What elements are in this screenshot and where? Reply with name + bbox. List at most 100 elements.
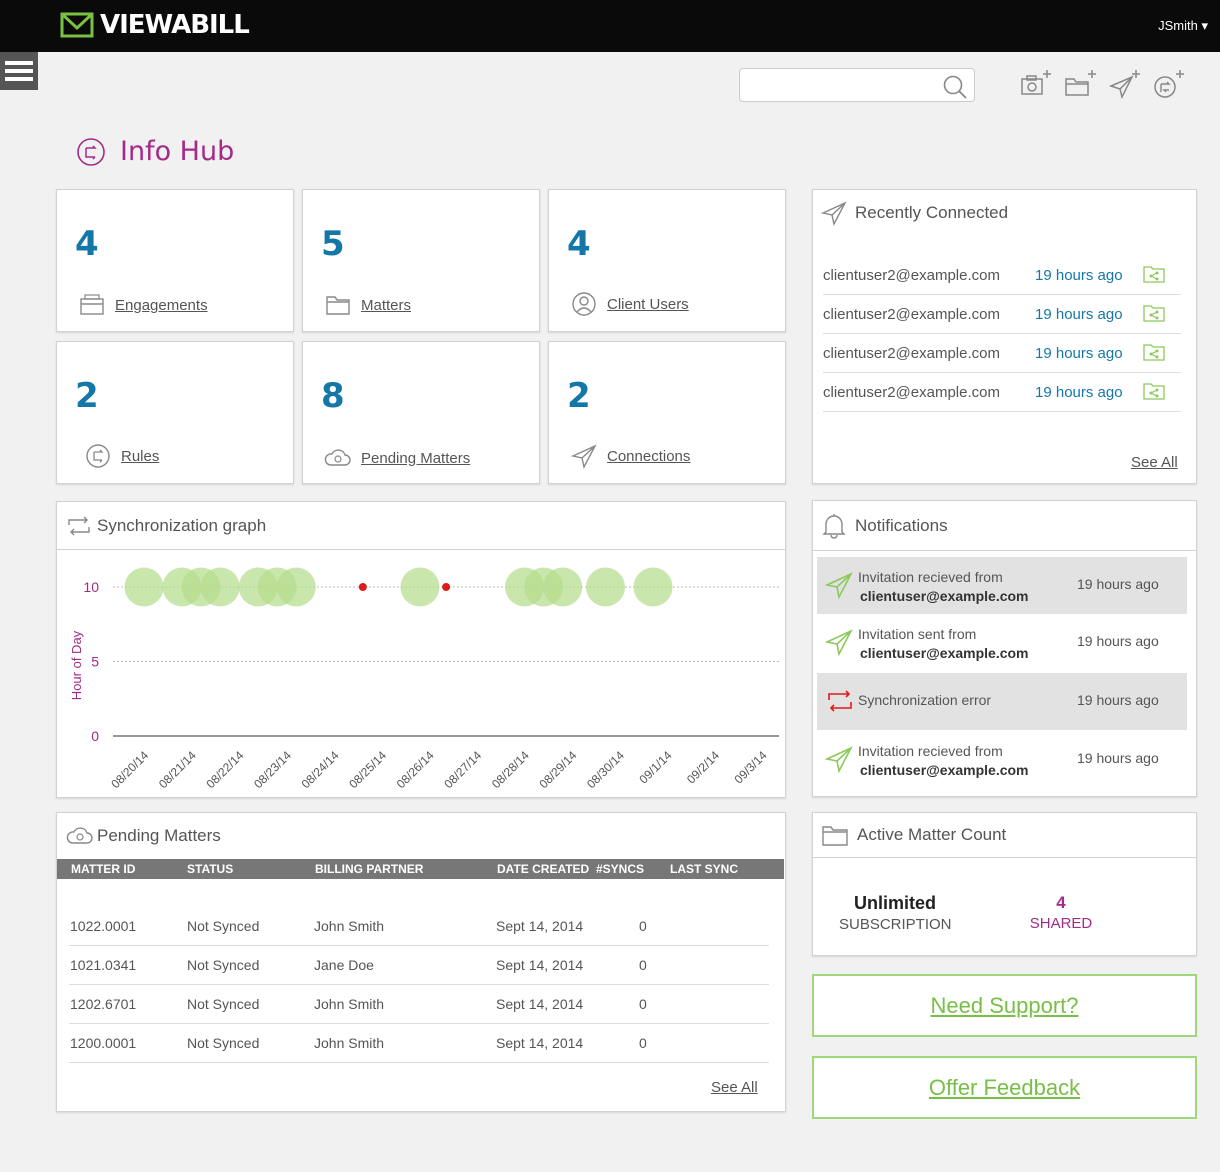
add-camera-icon[interactable] bbox=[1019, 68, 1053, 100]
x-tick-label: 08/27/14 bbox=[441, 748, 484, 791]
shared-value: 4 bbox=[1056, 893, 1066, 912]
stat-card-client-users[interactable]: 4 Client Users bbox=[548, 189, 786, 332]
data-point bbox=[124, 567, 164, 607]
recent-connection-row[interactable]: clientuser2@example.com 19 hours ago bbox=[823, 295, 1181, 334]
stat-label[interactable]: Client Users bbox=[607, 296, 689, 313]
hamburger-menu-button[interactable] bbox=[0, 52, 38, 90]
x-tick-label: 08/24/14 bbox=[299, 748, 342, 791]
billing-partner: John Smith bbox=[314, 1035, 385, 1051]
table-row[interactable]: 1022.0001 Not Synced John Smith Sept 14,… bbox=[69, 907, 769, 946]
data-point bbox=[585, 567, 625, 607]
shared-folder-icon[interactable] bbox=[1143, 382, 1165, 400]
x-tick-label: 08/29/14 bbox=[536, 748, 579, 791]
column-header[interactable]: DATE CREATED bbox=[497, 862, 589, 876]
panel-title: Pending Matters bbox=[97, 826, 221, 845]
paper-plane-icon bbox=[825, 572, 853, 599]
column-header[interactable]: STATUS bbox=[187, 862, 233, 876]
stat-label[interactable]: Engagements bbox=[115, 297, 208, 314]
x-tick-label: 08/20/14 bbox=[108, 748, 151, 791]
add-folder-icon[interactable] bbox=[1064, 68, 1098, 100]
recent-connection-row[interactable]: clientuser2@example.com 19 hours ago bbox=[823, 373, 1181, 412]
stat-card-rules[interactable]: 2 Rules bbox=[56, 341, 294, 484]
inbox-icon bbox=[80, 294, 104, 315]
search-input[interactable] bbox=[740, 69, 930, 101]
stat-label[interactable]: Rules bbox=[121, 448, 159, 465]
data-point bbox=[200, 567, 240, 607]
data-point bbox=[276, 567, 316, 607]
page-title: Info Hub bbox=[76, 136, 234, 167]
paper-plane-icon bbox=[825, 629, 853, 656]
sync-count: 0 bbox=[639, 918, 647, 934]
subscription-label: SUBSCRIPTION bbox=[839, 916, 952, 933]
date-created: Sept 14, 2014 bbox=[496, 918, 584, 934]
column-header[interactable]: BILLING PARTNER bbox=[315, 862, 423, 876]
pending-matters-header: Pending Matters bbox=[65, 825, 221, 847]
error-data-point bbox=[358, 583, 367, 591]
table-row[interactable]: 1021.0341 Not Synced Jane Doe Sept 14, 2… bbox=[69, 946, 769, 985]
table-row[interactable]: 1202.6701 Not Synced John Smith Sept 14,… bbox=[69, 985, 769, 1024]
date-created: Sept 14, 2014 bbox=[496, 996, 584, 1012]
notification-time: 19 hours ago bbox=[1077, 576, 1159, 592]
recent-connection-row[interactable]: clientuser2@example.com 19 hours ago bbox=[823, 256, 1181, 295]
notification-time: 19 hours ago bbox=[1077, 750, 1159, 766]
x-tick-label: 09/1/14 bbox=[636, 748, 674, 786]
sync-chart: 0510Hour of Day08/20/14 08/21/14 08/22/14 0… bbox=[69, 567, 779, 791]
x-tick-label: 08/26/14 bbox=[394, 748, 437, 791]
sync-icon bbox=[68, 516, 90, 535]
see-all-connections-link[interactable]: See All bbox=[1131, 454, 1178, 471]
stat-label[interactable]: Pending Matters bbox=[361, 450, 470, 467]
stat-card-pending-matters[interactable]: 8 Pending Matters bbox=[302, 341, 540, 484]
need-support-link[interactable]: Need Support? bbox=[931, 993, 1079, 1019]
search-icon[interactable] bbox=[942, 74, 968, 100]
x-tick-label: 08/25/14 bbox=[346, 748, 389, 791]
notification-item[interactable]: Invitation sent from clientuser@example.… bbox=[817, 614, 1187, 671]
add-connection-icon[interactable] bbox=[1108, 68, 1142, 100]
active-matter-count-header: Active Matter Count bbox=[813, 813, 1196, 858]
user-menu[interactable]: JSmith ▾ bbox=[1158, 18, 1208, 34]
connection-email: clientuser2@example.com bbox=[823, 267, 1000, 284]
connection-email: clientuser2@example.com bbox=[823, 384, 1000, 401]
stat-label[interactable]: Connections bbox=[607, 448, 690, 465]
error-data-point bbox=[442, 583, 451, 591]
search-box bbox=[739, 68, 975, 102]
column-header[interactable]: LAST SYNC bbox=[670, 862, 738, 876]
stat-label[interactable]: Matters bbox=[361, 297, 411, 314]
x-tick-label: 08/30/14 bbox=[584, 748, 627, 791]
shared-folder-icon[interactable] bbox=[1143, 343, 1165, 361]
matter-id: 1200.0001 bbox=[70, 1035, 137, 1051]
stat-card-matters[interactable]: 5 Matters bbox=[302, 189, 540, 332]
x-tick-label: 08/22/14 bbox=[203, 748, 246, 791]
stat-card-engagements[interactable]: 4 Engagements bbox=[56, 189, 294, 332]
column-header[interactable]: MATTER ID bbox=[71, 862, 135, 876]
offer-feedback-link[interactable]: Offer Feedback bbox=[929, 1075, 1080, 1101]
shared-folder-icon[interactable] bbox=[1143, 304, 1165, 322]
notification-email: clientuser@example.com bbox=[860, 762, 1029, 778]
logo[interactable]: VIEWABILL bbox=[60, 10, 250, 40]
panel-title: Recently Connected bbox=[855, 203, 1009, 222]
billing-partner: John Smith bbox=[314, 996, 385, 1012]
notification-item[interactable]: Invitation recieved from clientuser@exam… bbox=[817, 557, 1187, 614]
offer-feedback-button[interactable]: Offer Feedback bbox=[812, 1056, 1197, 1119]
billing-partner: Jane Doe bbox=[314, 957, 374, 973]
need-support-button[interactable]: Need Support? bbox=[812, 974, 1197, 1037]
notification-item[interactable]: Invitation recieved from clientuser@exam… bbox=[817, 731, 1187, 788]
y-axis-label: Hour of Day bbox=[69, 630, 84, 700]
stat-value: 4 bbox=[75, 224, 99, 264]
column-header[interactable]: #SYNCS bbox=[596, 862, 644, 876]
notification-item[interactable]: Synchronization error 19 hours ago bbox=[817, 673, 1187, 730]
see-all-pending-matters-link[interactable]: See All bbox=[711, 1079, 758, 1096]
shared-folder-icon[interactable] bbox=[1143, 265, 1165, 283]
hamburger-line bbox=[5, 69, 33, 73]
x-tick-label: 08/23/14 bbox=[251, 748, 294, 791]
y-tick-label: 5 bbox=[91, 654, 99, 670]
table-row[interactable]: 1200.0001 Not Synced John Smith Sept 14,… bbox=[69, 1024, 769, 1063]
cloud-sync-icon bbox=[324, 449, 351, 466]
matter-id: 1021.0341 bbox=[70, 957, 137, 973]
matter-status: Not Synced bbox=[187, 996, 260, 1012]
x-tick-label: 08/28/14 bbox=[489, 748, 532, 791]
stat-card-connections[interactable]: 2 Connections bbox=[548, 341, 786, 484]
x-tick-label: 09/2/14 bbox=[684, 748, 722, 786]
add-rule-icon[interactable] bbox=[1152, 68, 1186, 100]
subscription-value: Unlimited bbox=[853, 893, 936, 913]
recent-connection-row[interactable]: clientuser2@example.com 19 hours ago bbox=[823, 334, 1181, 373]
